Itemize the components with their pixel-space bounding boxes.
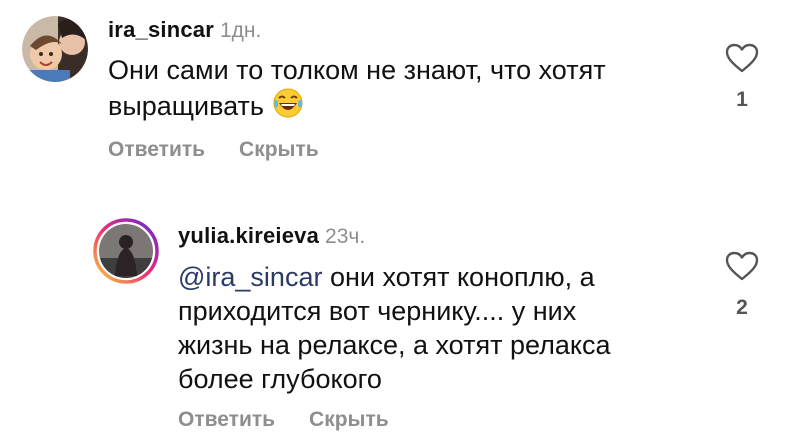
reply-button[interactable]: Ответить [178, 408, 275, 431]
reply-button[interactable]: Ответить [108, 138, 205, 161]
like-control: 2 [722, 250, 762, 320]
comment-line: приходится вот чернику.... у них [178, 296, 577, 326]
mention-link[interactable]: @ira_sincar [178, 262, 322, 292]
avatar[interactable] [22, 16, 88, 82]
like-control: 1 [722, 42, 762, 112]
comment-text: Они сами то толком не знают, что хотят в… [108, 53, 606, 127]
comment-actions: Ответить Скрыть [108, 138, 319, 162]
heart-icon[interactable] [724, 42, 760, 74]
hide-button[interactable]: Скрыть [309, 408, 389, 431]
comment-line: жизнь на релаксе, а хотят релакса [178, 330, 611, 360]
comment-line-with-emoji: выращивать [108, 87, 606, 127]
comment-header: ira_sincar 1дн. [108, 17, 261, 43]
comment-line: они хотят коноплю, а [322, 262, 595, 292]
comment-line-with-mention: @ira_sincar они хотят коноплю, а [178, 260, 611, 294]
comment-header: yulia.kireieva 23ч. [178, 223, 365, 249]
username[interactable]: ira_sincar [108, 17, 214, 42]
like-count: 1 [736, 88, 748, 111]
username[interactable]: yulia.kireieva [178, 223, 319, 248]
heart-icon[interactable] [724, 250, 760, 282]
comment-item: yulia.kireieva 23ч. @ira_sincar они хотят… [0, 190, 800, 444]
comment-line: более глубокого [178, 364, 382, 394]
comment-item: ira_sincar 1дн. Они сами то толком не зна… [0, 0, 800, 190]
timestamp: 23ч. [325, 225, 366, 248]
hide-button[interactable]: Скрыть [239, 138, 319, 161]
laughing-emoji-icon [272, 87, 304, 127]
comment-line: Они сами то толком не знают, что хотят [108, 55, 606, 85]
like-count: 2 [736, 296, 748, 319]
comment-text: @ira_sincar они хотят коноплю, а приходи… [178, 260, 611, 396]
comment-actions: Ответить Скрыть [178, 408, 389, 432]
timestamp: 1дн. [219, 19, 262, 42]
avatar[interactable] [93, 218, 159, 284]
comment-line: выращивать [108, 91, 264, 121]
